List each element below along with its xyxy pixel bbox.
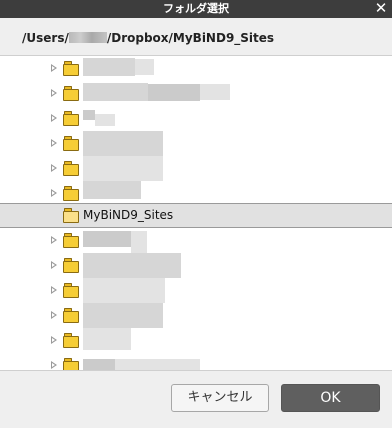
tree-row[interactable] bbox=[0, 131, 392, 156]
redacted-label bbox=[83, 83, 148, 101]
redacted-label bbox=[83, 278, 165, 303]
redacted-label bbox=[83, 231, 131, 247]
expand-arrow-icon[interactable] bbox=[51, 114, 57, 122]
tree-row-selected[interactable]: MyBiND9_Sites bbox=[0, 203, 392, 228]
folder-icon bbox=[63, 161, 79, 176]
expand-arrow-icon[interactable] bbox=[51, 236, 57, 244]
folder-icon bbox=[63, 86, 79, 101]
redacted-label bbox=[83, 328, 131, 350]
cancel-button[interactable]: キャンセル bbox=[171, 384, 269, 412]
expand-arrow-icon[interactable] bbox=[51, 189, 57, 197]
expand-arrow-icon[interactable] bbox=[51, 64, 57, 72]
tree-row[interactable] bbox=[0, 328, 392, 353]
redacted-label bbox=[83, 253, 181, 278]
redacted-label bbox=[95, 114, 115, 126]
redacted-label bbox=[83, 110, 95, 120]
tree-row[interactable] bbox=[0, 278, 392, 303]
redacted-username bbox=[68, 32, 107, 43]
redacted-label bbox=[148, 84, 200, 101]
redacted-label bbox=[83, 359, 115, 370]
path-bar: /Users/ /Dropbox/MyBiND9_Sites bbox=[0, 18, 392, 56]
folder-icon bbox=[63, 186, 79, 201]
folder-icon bbox=[63, 358, 79, 370]
dialog-footer: キャンセル OK bbox=[0, 370, 392, 428]
expand-arrow-icon[interactable] bbox=[51, 89, 57, 97]
tree-row[interactable] bbox=[0, 106, 392, 131]
ok-button[interactable]: OK bbox=[281, 384, 380, 412]
current-path: /Users/ /Dropbox/MyBiND9_Sites bbox=[22, 31, 274, 45]
tree-row[interactable] bbox=[0, 156, 392, 181]
folder-icon bbox=[63, 61, 79, 76]
redacted-label bbox=[135, 59, 154, 75]
redacted-label bbox=[83, 181, 141, 199]
path-suffix: /Dropbox/MyBiND9_Sites bbox=[106, 31, 275, 45]
tree-row[interactable] bbox=[0, 81, 392, 106]
tree-row[interactable] bbox=[0, 303, 392, 328]
redacted-label bbox=[83, 131, 163, 156]
folder-icon bbox=[63, 136, 79, 151]
redacted-label bbox=[200, 84, 230, 100]
tree-row[interactable] bbox=[0, 228, 392, 253]
tree-row[interactable] bbox=[0, 56, 392, 81]
folder-select-dialog: フォルダ選択 ✕ /Users/ /Dropbox/MyBiND9_Sites M… bbox=[0, 0, 392, 428]
title-bar: フォルダ選択 ✕ bbox=[0, 0, 392, 18]
open-folder-icon bbox=[63, 208, 79, 223]
expand-arrow-icon[interactable] bbox=[51, 139, 57, 147]
redacted-label bbox=[83, 303, 163, 328]
folder-tree[interactable]: MyBiND9_Sites bbox=[0, 56, 392, 370]
folder-icon bbox=[63, 333, 79, 348]
close-icon[interactable]: ✕ bbox=[374, 0, 388, 18]
tree-row[interactable] bbox=[0, 253, 392, 278]
folder-icon bbox=[63, 308, 79, 323]
expand-arrow-icon[interactable] bbox=[51, 286, 57, 294]
folder-icon bbox=[63, 111, 79, 126]
expand-arrow-icon[interactable] bbox=[51, 311, 57, 319]
folder-icon bbox=[63, 283, 79, 298]
expand-arrow-icon[interactable] bbox=[51, 361, 57, 369]
expand-arrow-icon[interactable] bbox=[51, 336, 57, 344]
dialog-title: フォルダ選択 bbox=[163, 2, 229, 15]
redacted-label bbox=[83, 58, 135, 76]
redacted-label bbox=[115, 359, 200, 370]
folder-icon bbox=[63, 233, 79, 248]
expand-arrow-icon[interactable] bbox=[51, 261, 57, 269]
redacted-label bbox=[131, 231, 147, 253]
folder-label: MyBiND9_Sites bbox=[83, 208, 174, 222]
expand-arrow-icon[interactable] bbox=[51, 164, 57, 172]
tree-row[interactable] bbox=[0, 353, 392, 370]
folder-icon bbox=[63, 258, 79, 273]
redacted-label bbox=[83, 156, 163, 181]
path-prefix: /Users/ bbox=[22, 31, 69, 45]
